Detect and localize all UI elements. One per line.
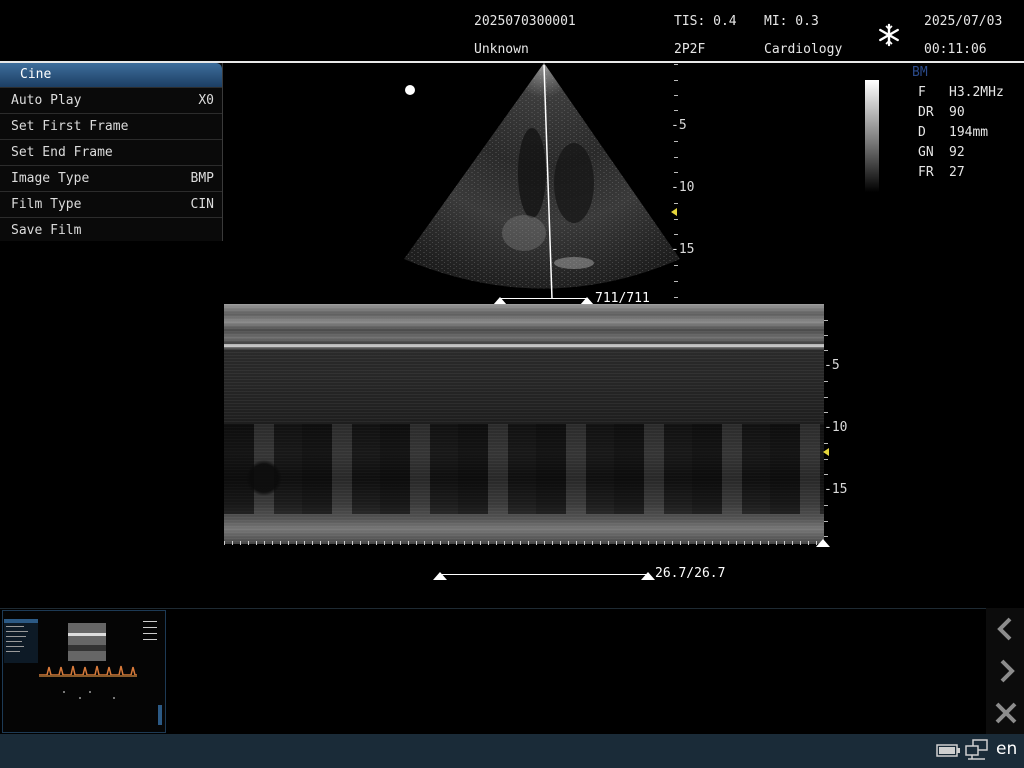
thumbnail-item[interactable]	[2, 610, 166, 733]
patient-id: 2025070300001	[474, 14, 576, 29]
param-key: GN	[918, 145, 934, 160]
param-dynamic-range: DR 90	[918, 105, 965, 120]
param-value: 27	[949, 165, 965, 180]
menu-item-value: BMP	[190, 171, 214, 186]
menu-item-label: Set End Frame	[11, 145, 113, 160]
menu-item-label: Save Film	[11, 223, 82, 238]
depth-label: -5	[824, 358, 840, 373]
menu-item-image-type[interactable]: Image Type BMP	[0, 165, 222, 191]
close-icon[interactable]	[990, 696, 1022, 730]
menu-item-label: Auto Play	[11, 93, 82, 108]
mi-readout: MI: 0.3	[764, 14, 819, 29]
mmode-end-marker	[816, 539, 830, 547]
depth-label: -10	[671, 180, 695, 195]
language-indicator[interactable]: en	[996, 739, 1017, 759]
cine-menu: Cine Auto Play X0 Set First Frame Set En…	[0, 63, 223, 241]
param-key: FR	[918, 165, 934, 180]
param-key: F	[918, 85, 926, 100]
mmode-image	[224, 304, 824, 544]
menu-item-value: CIN	[190, 197, 214, 212]
patient-name: Unknown	[474, 42, 529, 57]
param-gain: GN 92	[918, 145, 965, 160]
time-counter: 26.7/26.7	[655, 566, 726, 581]
chevron-right-icon[interactable]	[990, 654, 1022, 688]
param-value: 90	[949, 105, 965, 120]
param-key: D	[918, 125, 926, 140]
mode-label: BM	[912, 65, 928, 80]
menu-item-label: Film Type	[11, 197, 82, 212]
menu-item-label: Image Type	[11, 171, 90, 186]
menu-item-set-end-frame[interactable]: Set End Frame	[0, 139, 222, 165]
exam-date: 2025/07/03	[924, 14, 1003, 29]
param-value: 194mm	[949, 125, 989, 140]
depth-label: -5	[671, 118, 687, 133]
depth-label: -15	[824, 482, 848, 497]
snowflake-icon	[876, 22, 902, 48]
menu-item-auto-play[interactable]: Auto Play X0	[0, 87, 222, 113]
depth-label: -10	[824, 420, 848, 435]
chevron-left-icon[interactable]	[990, 612, 1022, 646]
param-value: 92	[949, 145, 965, 160]
param-value: H3.2MHz	[949, 85, 1004, 100]
param-frequency: F H3.2MHz	[918, 85, 1004, 100]
focus-marker	[671, 208, 677, 216]
mmode-time-ticks	[224, 541, 824, 545]
menu-item-set-first-frame[interactable]: Set First Frame	[0, 113, 222, 139]
param-key: DR	[918, 105, 934, 120]
menu-item-film-type[interactable]: Film Type CIN	[0, 191, 222, 217]
probe-name: 2P2F	[674, 42, 706, 57]
menu-item-save-film[interactable]: Save Film	[0, 217, 222, 243]
exam-type: Cardiology	[764, 42, 843, 57]
network-icon	[965, 739, 989, 765]
menu-item-value: X0	[198, 93, 214, 108]
param-frame-rate: FR 27	[918, 165, 965, 180]
tis-readout: TIS: 0.4	[674, 14, 737, 29]
bmode-sector-image	[404, 63, 680, 307]
battery-icon	[936, 743, 962, 763]
param-depth: D 194mm	[918, 125, 988, 140]
status-bar	[0, 734, 1024, 768]
menu-item-label: Set First Frame	[11, 119, 129, 134]
exam-time: 00:11:06	[924, 42, 987, 57]
grayscale-bar	[865, 80, 879, 192]
menu-title: Cine	[0, 63, 222, 87]
depth-label: -15	[671, 242, 695, 257]
focus-marker	[823, 448, 829, 456]
